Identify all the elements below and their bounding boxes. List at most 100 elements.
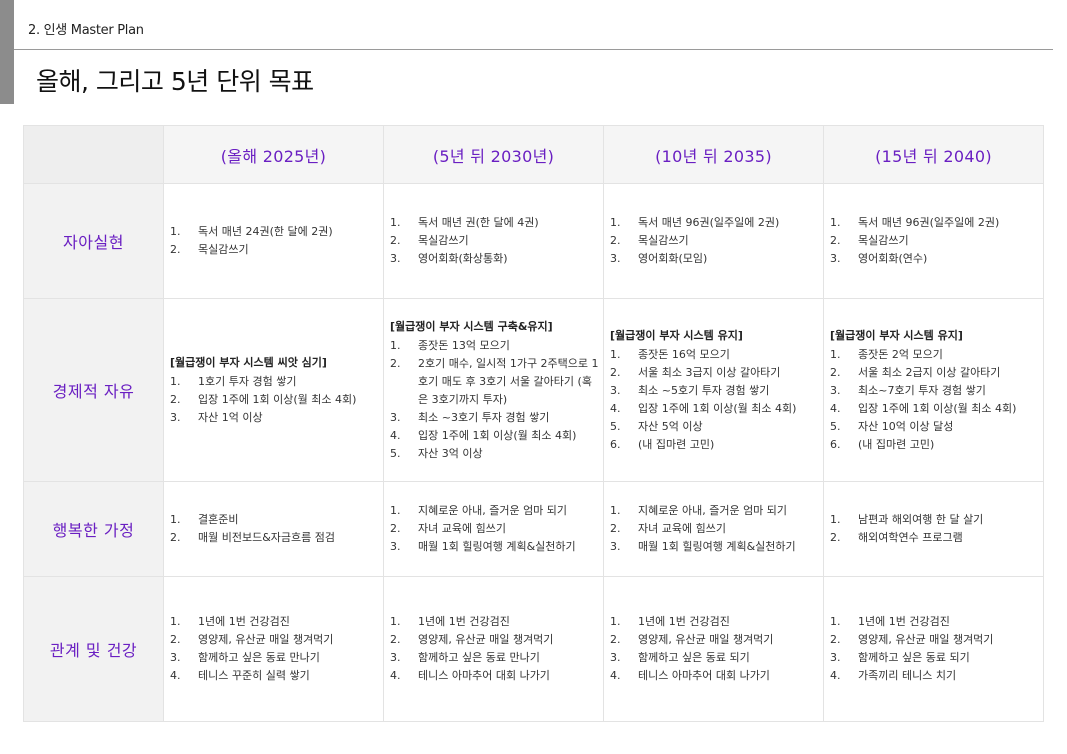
goal-item: 4. 입장 1주에 1회 이상(월 최소 4회)	[390, 427, 599, 445]
goal-item-number: 3.	[390, 651, 401, 664]
goal-item-text: 2호기 매수, 일시적 1가구 2주택으로 1호기 매도 후 3호기 서울 갈아…	[418, 356, 599, 406]
goal-item-number: 5.	[830, 419, 841, 433]
goal-item-number: 1.	[170, 225, 181, 238]
goal-list: 1. 지혜로운 아내, 즐거운 엄마 되기 2. 자녀 교육에 힘쓰기 3. 매월 1회 …	[610, 502, 819, 556]
goal-item-text: 서울 최소 2급지 이상 갈아타기	[858, 365, 1001, 379]
goal-item-number: 1.	[610, 615, 621, 628]
goal-item-number: 3.	[830, 383, 841, 397]
goal-cell: 1. 1년에 1번 건강검진 2. 영양제, 유산균 매일 챙겨먹기 3. 함께하고 싶은…	[163, 576, 384, 722]
goal-item: 5. 자산 5억 이상	[610, 418, 819, 436]
goal-item-number: 3.	[610, 651, 621, 664]
goal-item-text: 종잣돈 16억 모으기	[638, 347, 730, 361]
goal-item-number: 1.	[170, 513, 181, 526]
goal-item: 1. 독서 매년 96권(일주일에 2권)	[830, 214, 1039, 232]
goal-cell: [월급쟁이 부자 시스템 구축&유지] 1. 종잣돈 13억 모으기 2. 2호기 매수…	[383, 298, 604, 482]
goal-item-text: 지혜로운 아내, 즐거운 엄마 되기	[418, 504, 568, 517]
goal-item: 2. 서울 최소 3급지 이상 갈아타기	[610, 364, 819, 382]
goal-item-number: 4.	[830, 401, 841, 415]
goal-item-number: 3.	[170, 651, 181, 664]
goal-item-number: 4.	[610, 401, 621, 415]
goal-item-text: 테니스 아마추어 대회 나가기	[418, 669, 550, 682]
goal-item: 3. 최소 ~5호기 투자 경험 쌓기	[610, 382, 819, 400]
goal-cell-title: [월급쟁이 부자 시스템 유지]	[610, 328, 743, 342]
goal-item: 4. 입장 1주에 1회 이상(월 최소 4회)	[830, 400, 1039, 418]
goal-list: 1. 독서 매년 권(한 달에 4권) 2. 목실감쓰기 3. 영어회화(화상통화)	[390, 214, 599, 268]
row-header-relationships-health: 관계 및 건강	[23, 576, 164, 722]
goal-item-number: 2.	[390, 633, 401, 646]
goal-item-number: 2.	[610, 234, 621, 247]
goal-item-number: 4.	[390, 428, 401, 442]
goal-item: 2. 영양제, 유산균 매일 챙겨먹기	[830, 631, 1039, 649]
column-header-2040: (15년 뒤 2040)	[823, 125, 1044, 184]
goal-item-number: 3.	[610, 252, 621, 265]
goal-list: 1. 1년에 1번 건강검진 2. 영양제, 유산균 매일 챙겨먹기 3. 함께하고 싶은…	[390, 613, 599, 685]
goal-item-number: 3.	[390, 252, 401, 265]
goal-item-number: 1.	[390, 504, 401, 517]
goal-item: 2. 매월 비전보드&자금흐름 점검	[170, 529, 379, 547]
goal-item-text: 최소 ~3호기 투자 경험 쌓기	[418, 410, 550, 424]
goal-item-text: 1호기 투자 경험 쌓기	[198, 374, 297, 388]
goal-item-text: 자산 5억 이상	[638, 419, 703, 433]
goal-item: 1. 남편과 해외여행 한 달 살기	[830, 511, 1039, 529]
goal-item: 5. 자산 3억 이상	[390, 445, 599, 463]
goal-item-number: 4.	[170, 669, 181, 682]
row-header-self-realization: 자아실현	[23, 183, 164, 299]
goal-item-number: 1.	[390, 338, 401, 352]
goal-item-text: 독서 매년 24권(한 달에 2권)	[198, 225, 333, 238]
goal-cell-content: 1. 지혜로운 아내, 즐거운 엄마 되기 2. 자녀 교육에 힘쓰기 3. 매월 1회 …	[384, 502, 603, 556]
goal-item-number: 2.	[390, 234, 401, 247]
goal-item-number: 1.	[830, 216, 841, 229]
goal-item: 4. 테니스 아마추어 대회 나가기	[390, 667, 599, 685]
table-row: 경제적 자유 [월급쟁이 부자 시스템 씨앗 심기] 1. 1호기 투자 경험 쌓기…	[23, 298, 1044, 482]
goal-item-text: 자산 10억 이상 달성	[858, 419, 954, 433]
goal-item: 4. 테니스 꾸준히 실력 쌓기	[170, 667, 379, 685]
goal-item-number: 3.	[610, 540, 621, 553]
goal-cell: [월급쟁이 부자 시스템 유지] 1. 종잣돈 2억 모으기 2. 서울 최소 2급지 …	[823, 298, 1044, 482]
goal-item: 6. (내 집마련 고민)	[610, 436, 819, 454]
goal-item-text: 목실감쓰기	[418, 234, 469, 247]
goal-cell-title: [월급쟁이 부자 시스템 구축&유지]	[390, 319, 553, 333]
goal-list: 1. 독서 매년 96권(일주일에 2권) 2. 목실감쓰기 3. 영어회화(모임)	[610, 214, 819, 268]
goal-item-number: 3.	[170, 410, 181, 424]
goal-cell: 1. 독서 매년 96권(일주일에 2권) 2. 목실감쓰기 3. 영어회화(모임)	[603, 183, 824, 299]
goal-cell: 1. 독서 매년 96권(일주일에 2권) 2. 목실감쓰기 3. 영어회화(연수)	[823, 183, 1044, 299]
goal-cell: 1. 결혼준비 2. 매월 비전보드&자금흐름 점검	[163, 481, 384, 577]
goal-item-number: 2.	[830, 234, 841, 247]
goal-item-text: (내 집마련 고민)	[858, 437, 935, 451]
goal-item-number: 2.	[170, 531, 181, 544]
goal-item: 2. 해외여학연수 프로그램	[830, 529, 1039, 547]
goal-cell: 1. 1년에 1번 건강검진 2. 영양제, 유산균 매일 챙겨먹기 3. 함께하고 싶은…	[603, 576, 824, 722]
goal-item: 1. 결혼준비	[170, 511, 379, 529]
goal-list: 1. 남편과 해외여행 한 달 살기 2. 해외여학연수 프로그램	[830, 511, 1039, 547]
goal-cell-content: 1. 1년에 1번 건강검진 2. 영양제, 유산균 매일 챙겨먹기 3. 함께하고 싶은…	[604, 613, 823, 685]
goal-item: 3. 최소~7호기 투자 경험 쌓기	[830, 382, 1039, 400]
goal-cell: 1. 지혜로운 아내, 즐거운 엄마 되기 2. 자녀 교육에 힘쓰기 3. 매월 1회 …	[603, 481, 824, 577]
goal-cell: 1. 독서 매년 권(한 달에 4권) 2. 목실감쓰기 3. 영어회화(화상통화)	[383, 183, 604, 299]
goal-item-number: 2.	[830, 365, 841, 379]
header-divider	[14, 49, 1053, 50]
goal-item: 3. 함께하고 싶은 동료 만나기	[390, 649, 599, 667]
goal-item: 3. 함께하고 싶은 동료 만나기	[170, 649, 379, 667]
goal-item: 2. 자녀 교육에 힘쓰기	[390, 520, 599, 538]
goal-item-number: 2.	[610, 522, 621, 535]
goal-cell-content: 1. 1년에 1번 건강검진 2. 영양제, 유산균 매일 챙겨먹기 3. 함께하고 싶은…	[384, 613, 603, 685]
goal-item-number: 4.	[610, 669, 621, 682]
goal-item-number: 3.	[830, 252, 841, 265]
goal-item-text: 영양제, 유산균 매일 챙겨먹기	[198, 633, 334, 646]
row-header-happy-family: 행복한 가정	[23, 481, 164, 577]
goal-item-text: 입장 1주에 1회 이상(월 최소 4회)	[638, 401, 797, 415]
goal-item-number: 1.	[830, 615, 841, 628]
goal-item-text: 매월 비전보드&자금흐름 점검	[198, 531, 336, 544]
goal-item-text: 최소 ~5호기 투자 경험 쌓기	[638, 383, 770, 397]
goal-item-text: 자산 1억 이상	[198, 410, 263, 424]
goal-cell-content: 1. 독서 매년 24권(한 달에 2권) 2. 목실감쓰기	[164, 223, 383, 259]
table-row: 자아실현 1. 독서 매년 24권(한 달에 2권) 2. 목실감쓰기 1. 독서 매년 …	[23, 183, 1044, 299]
goal-item-text: 목실감쓰기	[858, 234, 909, 247]
goal-item-number: 3.	[390, 540, 401, 553]
goal-item: 1. 독서 매년 24권(한 달에 2권)	[170, 223, 379, 241]
goal-cell-content: 1. 1년에 1번 건강검진 2. 영양제, 유산균 매일 챙겨먹기 3. 함께하고 싶은…	[824, 613, 1043, 685]
goal-item-text: 입장 1주에 1회 이상(월 최소 4회)	[198, 392, 357, 406]
goal-item: 2. 서울 최소 2급지 이상 갈아타기	[830, 364, 1039, 382]
goal-cell-content: 1. 독서 매년 96권(일주일에 2권) 2. 목실감쓰기 3. 영어회화(연수)	[824, 214, 1043, 268]
goal-list: 1. 1년에 1번 건강검진 2. 영양제, 유산균 매일 챙겨먹기 3. 함께하고 싶은…	[830, 613, 1039, 685]
